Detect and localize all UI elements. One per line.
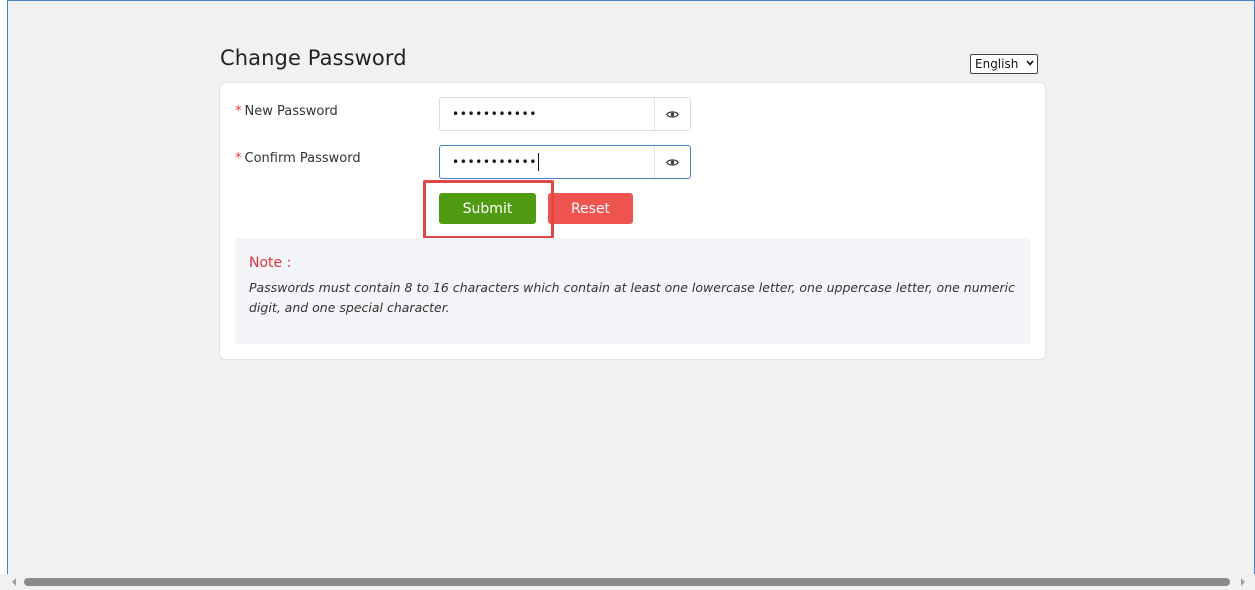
new-password-input[interactable]: ••••••••••• [439,97,691,131]
confirm-password-label-text: Confirm Password [244,151,361,166]
text-caret [537,153,539,171]
password-rules-note: Note : Passwords must contain 8 to 16 ch… [235,238,1031,344]
eye-icon[interactable] [654,98,690,130]
scroll-right-arrow-icon[interactable] [1241,578,1245,586]
confirm-password-label: * Confirm Password [235,151,361,166]
chevron-down-icon [1026,59,1034,69]
reset-button[interactable]: Reset [548,193,633,224]
required-mark: * [235,104,242,119]
language-selected-value: English [975,57,1019,71]
note-title: Note : [249,255,292,271]
horizontal-scrollbar[interactable] [0,574,1255,590]
scroll-left-arrow-icon[interactable] [12,578,16,586]
language-select[interactable]: English [970,54,1038,74]
note-text: Passwords must contain 8 to 16 character… [249,280,1015,315]
confirm-password-input[interactable]: ••••••••••• [439,145,691,179]
new-password-label-text: New Password [244,104,338,119]
page-title: Change Password [220,46,407,70]
scrollbar-thumb[interactable] [24,578,1230,586]
confirm-password-value: ••••••••••• [452,155,537,169]
eye-icon[interactable] [654,146,690,178]
submit-highlight-annotation [423,180,554,239]
required-mark: * [235,151,242,166]
new-password-label: * New Password [235,104,338,119]
new-password-value: ••••••••••• [452,107,537,121]
